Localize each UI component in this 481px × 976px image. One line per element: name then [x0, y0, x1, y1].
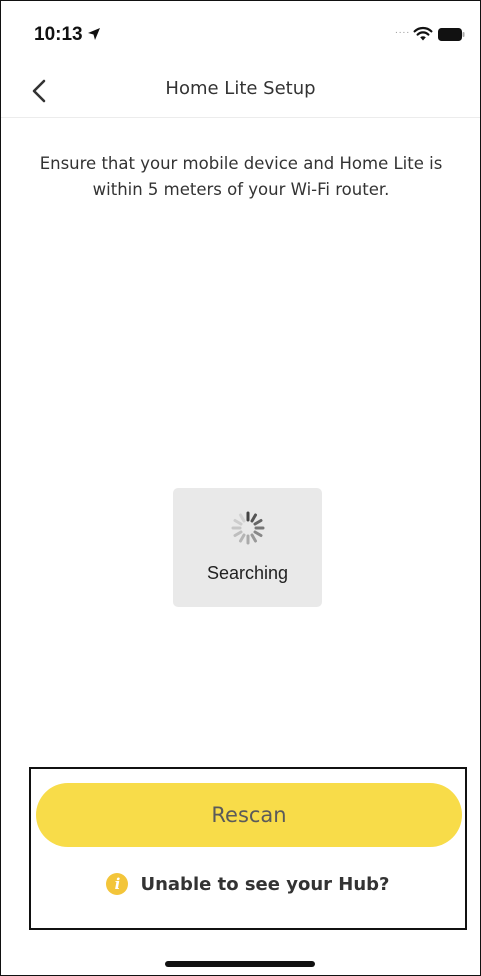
- searching-indicator: Searching: [173, 488, 322, 607]
- status-time: 10:13: [34, 24, 83, 45]
- signal-strength: ....: [395, 25, 411, 36]
- action-panel: Rescan i Unable to see your Hub?: [29, 767, 467, 930]
- phone-screen: 10:13 .... Home Lite Setup Ensure that y…: [0, 0, 481, 976]
- searching-label: Searching: [206, 563, 289, 583]
- battery-icon: [438, 28, 465, 41]
- rescan-button[interactable]: Rescan: [36, 783, 462, 847]
- wifi-icon: [413, 26, 433, 41]
- status-bar: 10:13 ....: [1, 1, 480, 71]
- page-title: Home Lite Setup: [165, 78, 316, 99]
- unable-to-see-hub-link[interactable]: i Unable to see your Hub?: [31, 869, 465, 899]
- setup-instruction: Ensure that your mobile device and Home …: [39, 154, 443, 199]
- home-indicator[interactable]: [165, 961, 315, 967]
- navigation-bar: Home Lite Setup: [1, 71, 480, 118]
- location-arrow-icon: [88, 28, 100, 40]
- help-label: Unable to see your Hub?: [140, 873, 390, 895]
- info-icon: i: [106, 873, 129, 895]
- spinner-icon: [231, 511, 265, 545]
